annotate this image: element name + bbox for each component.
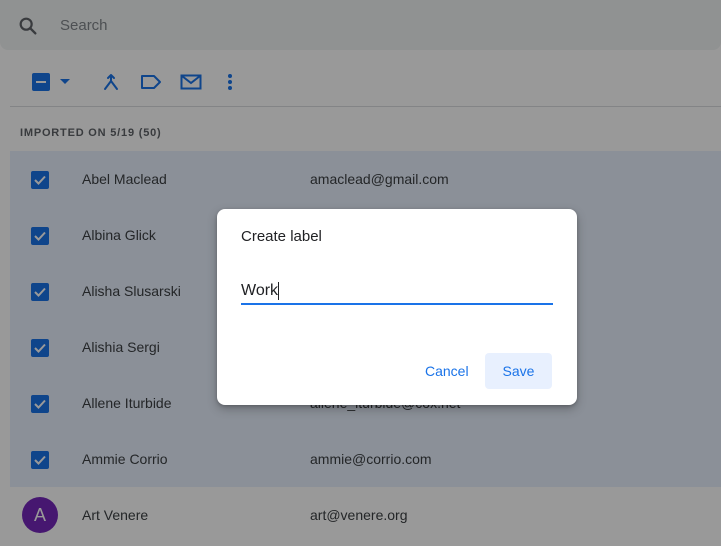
- save-button[interactable]: Save: [485, 353, 552, 389]
- create-label-dialog: Create label Cancel Save: [217, 209, 577, 405]
- dialog-title: Create label: [241, 228, 322, 245]
- text-cursor: [278, 282, 279, 300]
- label-name-input[interactable]: [241, 279, 553, 305]
- cancel-button[interactable]: Cancel: [413, 353, 481, 389]
